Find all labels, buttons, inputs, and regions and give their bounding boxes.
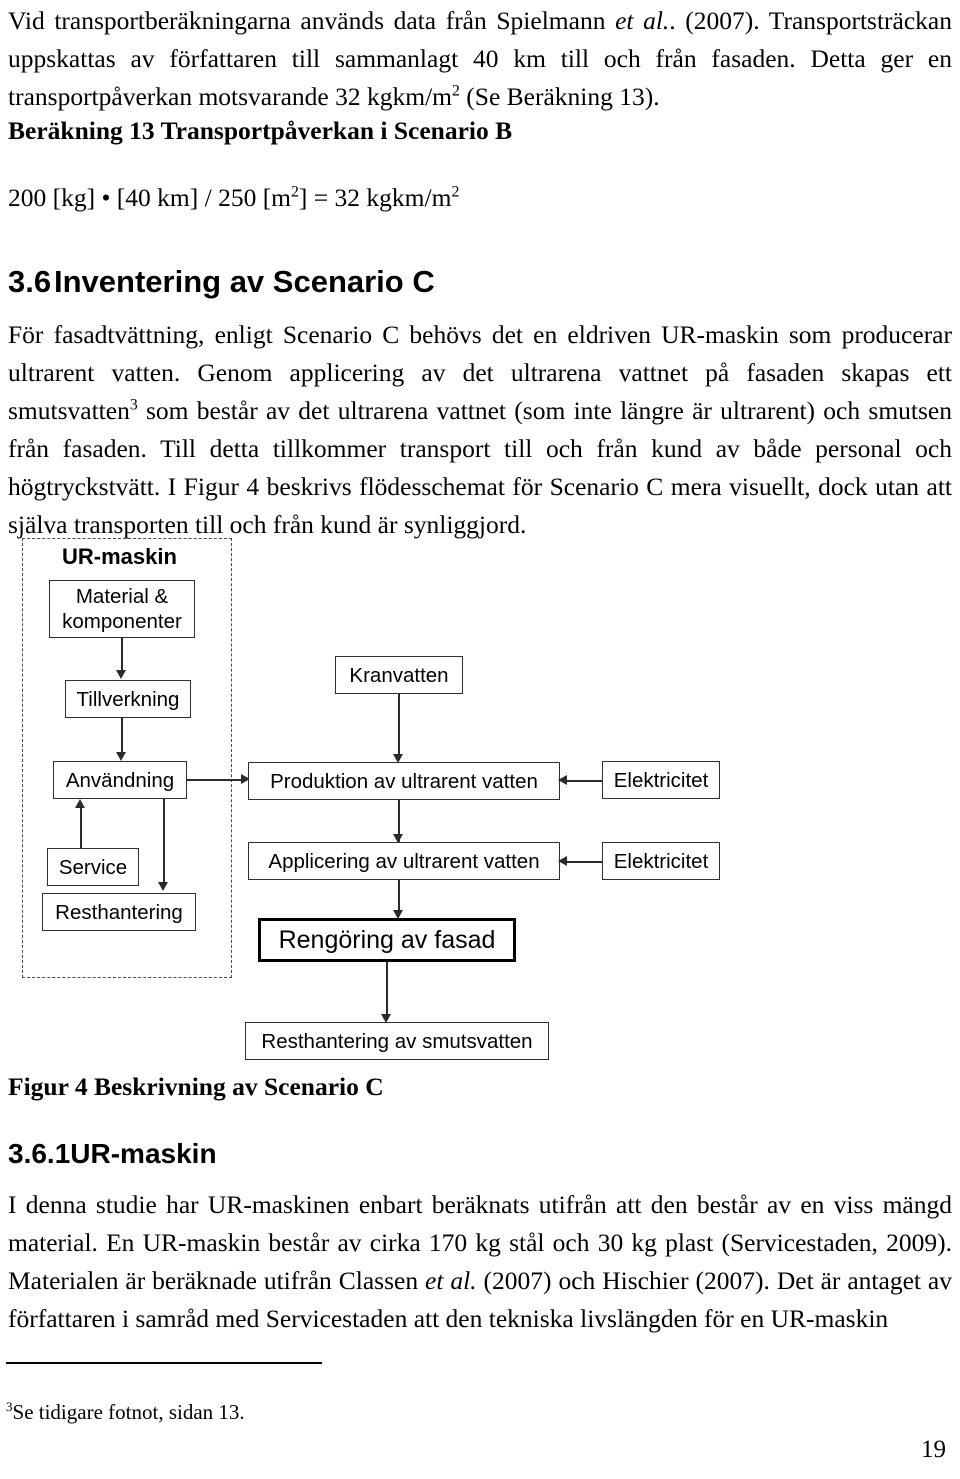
connector-anvandning-to-produktion	[187, 779, 245, 781]
document-page: Vid transportberäkningarna används data …	[0, 0, 960, 1479]
node-resthantering-label: Resthantering	[55, 900, 183, 924]
node-material-komponenter[interactable]: Material & komponenter	[49, 580, 195, 638]
arrowhead-tillverkning-to-anvandning	[116, 752, 126, 761]
node-anvandning[interactable]: Användning	[53, 761, 187, 799]
ur-maskin-group-label: UR-maskin	[62, 544, 177, 569]
formula-part-2: ] = 32 kgkm/m	[298, 183, 452, 212]
arrowhead-elektricitet1-to-produktion	[558, 775, 567, 785]
paragraph-1-superscript: 2	[452, 82, 460, 100]
node-rengoring-av-fasad[interactable]: Rengöring av fasad	[258, 918, 516, 962]
node-elektricitet-1[interactable]: Elektricitet	[602, 761, 720, 799]
paragraph-scenario-c-intro: För fasadtvättning, enligt Scenario C be…	[8, 316, 952, 544]
node-material-komponenter-label: Material & komponenter	[62, 585, 182, 633]
formula-superscript-1: 2	[291, 183, 299, 201]
arrowhead-anvandning-to-resthantering	[158, 882, 168, 891]
connector-kranvatten-to-produktion	[398, 694, 400, 760]
connector-material-to-tillverkning	[121, 638, 123, 674]
node-produktion-label: Produktion av ultrarent vatten	[270, 769, 538, 793]
heading-3-6-1-title: UR-maskin	[70, 1138, 217, 1169]
footnote-separator-rule	[6, 1362, 322, 1364]
node-resthantering[interactable]: Resthantering	[42, 893, 196, 931]
connector-anvandning-to-resthantering	[163, 799, 165, 887]
paragraph-ur-maskin: I denna studie har UR-maskinen enbart be…	[8, 1186, 952, 1338]
paragraph-3-et-al: et al.	[425, 1266, 477, 1295]
arrowhead-service-to-anvandning	[75, 799, 85, 808]
paragraph-1-seg-5: (Se Beräkning 13).	[459, 82, 660, 111]
node-service-label: Service	[58, 855, 128, 879]
formula-part-1: 200 [kg] • [40 km] / 250 [m	[8, 183, 292, 212]
node-kranvatten[interactable]: Kranvatten	[335, 656, 463, 694]
arrowhead-elektricitet2-to-applicering	[558, 856, 567, 866]
arrowhead-material-to-tillverkning	[116, 670, 126, 679]
footnote-text: Se tidigare fotnot, sidan 13.	[12, 1400, 245, 1424]
node-elektricitet-1-label: Elektricitet	[613, 768, 709, 792]
heading-section-3-6: 3.6Inventering av Scenario C	[8, 264, 435, 300]
paragraph-1-et-al: et al.	[615, 6, 670, 35]
connector-elektricitet2-to-applicering	[564, 861, 602, 863]
connector-service-to-anvandning	[80, 802, 82, 848]
page-number: 19	[921, 1436, 946, 1463]
node-applicering-ultrarent-vatten[interactable]: Applicering av ultrarent vatten	[248, 842, 560, 880]
heading-3-6-1-number: 3.6.1	[8, 1138, 71, 1169]
connector-rengoring-to-resthantering-smutsvatten	[386, 962, 388, 1020]
node-elektricitet-2[interactable]: Elektricitet	[602, 842, 720, 880]
node-rengoring-label: Rengöring av fasad	[278, 925, 496, 954]
node-resthantering-av-smutsvatten[interactable]: Resthantering av smutsvatten	[245, 1022, 549, 1060]
connector-elektricitet1-to-produktion	[564, 780, 602, 782]
node-resthantering-smutsvatten-label: Resthantering av smutsvatten	[261, 1029, 533, 1053]
formula-superscript-2: 2	[451, 183, 460, 201]
paragraph-1-seg-1: Vid transportberäkningarna används data …	[8, 6, 616, 35]
paragraph-transport-calculation: Vid transportberäkningarna används data …	[8, 2, 952, 116]
footnote-entry: 3Se tidigare fotnot, sidan 13.	[6, 1400, 245, 1425]
node-kranvatten-label: Kranvatten	[349, 663, 449, 687]
node-elektricitet-2-label: Elektricitet	[613, 849, 709, 873]
paragraph-2-footnote-marker: 3	[129, 396, 138, 414]
node-produktion-ultrarent-vatten[interactable]: Produktion av ultrarent vatten	[248, 762, 560, 800]
figure-4-caption: Figur 4 Beskrivning av Scenario C	[8, 1072, 384, 1101]
node-service[interactable]: Service	[47, 848, 139, 886]
heading-3-6-number: 3.6	[8, 264, 52, 299]
figure-4-flow-diagram: UR-maskin Material & komponenter Tillver…	[0, 530, 960, 1060]
paragraph-2-seg-3: som består av det ultrarena vattnet (som…	[8, 396, 952, 539]
node-tillverkning-label: Tillverkning	[76, 687, 180, 711]
node-tillverkning[interactable]: Tillverkning	[65, 680, 191, 718]
node-anvandning-label: Användning	[65, 768, 175, 792]
heading-section-3-6-1: 3.6.1UR-maskin	[8, 1138, 217, 1170]
heading-3-6-title: Inventering av Scenario C	[54, 264, 435, 299]
connector-tillverkning-to-anvandning	[121, 718, 123, 756]
node-applicering-label: Applicering av ultrarent vatten	[268, 849, 540, 873]
calculation-heading: Beräkning 13 Transportpåverkan i Scenari…	[8, 116, 513, 145]
calculation-formula: 200 [kg] • [40 km] / 250 [m2] = 32 kgkm/…	[8, 183, 459, 213]
